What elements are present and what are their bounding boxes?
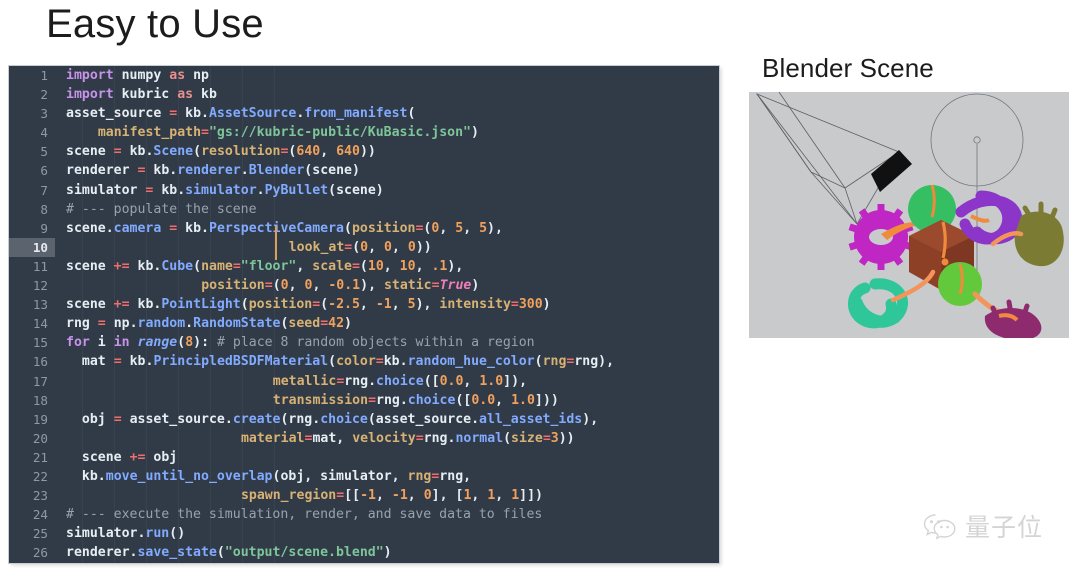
blender-scene-heading: Blender Scene <box>762 53 934 83</box>
code-line-text: import numpy as np <box>66 68 209 83</box>
code-line[interactable]: 16 mat = kb.PrincipledBSDFMaterial(color… <box>9 352 719 371</box>
watermark: 量子位 <box>923 508 1043 544</box>
code-line-text: simulator = kb.simulator.PyBullet(scene) <box>66 182 384 198</box>
code-line-text: manifest_path="gs://kubric-public/KuBasi… <box>97 125 479 141</box>
line-number: 18 <box>32 392 48 408</box>
code-line-text: position=(0, 0, -0.1), static=True) <box>201 278 480 294</box>
code-line-text: scene = kb.Scene(resolution=(640, 640)) <box>66 144 376 160</box>
code-scroll-area[interactable]: 1 import numpy as np 2 import kubric as kb 3… <box>9 66 719 563</box>
line-number: 7 <box>40 182 48 198</box>
line-number: 21 <box>32 449 48 465</box>
code-line[interactable]: 11 scene += kb.Cube(name="floor", scale=(… <box>9 257 719 276</box>
code-line[interactable]: 3 asset_source = kb.AssetSource.from_mani… <box>9 104 719 123</box>
code-line-text: simulator.run() <box>66 526 186 542</box>
watermark-text: 量子位 <box>965 513 1044 542</box>
line-number: 19 <box>32 411 48 427</box>
line-number: 26 <box>32 545 48 561</box>
code-line-text: scene += obj <box>81 449 178 465</box>
line-number: 20 <box>32 430 48 446</box>
code-line-text: scene.camera = kb.PerspectiveCamera(posi… <box>66 220 503 236</box>
line-number: 10 <box>9 237 55 257</box>
line-number: 24 <box>32 507 48 523</box>
line-number: 4 <box>40 125 48 141</box>
line-number: 14 <box>32 316 48 332</box>
code-line[interactable]: 12 position=(0, 0, -0.1), static=True) <box>9 276 719 295</box>
code-line[interactable]: 1 import numpy as np <box>9 66 719 85</box>
code-line[interactable]: 26 renderer.save_state("output/scene.blen… <box>9 543 719 562</box>
line-number: 9 <box>40 220 48 236</box>
line-number: 3 <box>40 106 48 122</box>
code-line[interactable]: 10 look_at=(0, 0, 0)) <box>9 237 719 257</box>
line-number: 17 <box>32 373 48 389</box>
code-line-text: for i in range(8): # place 8 random obje… <box>66 335 535 351</box>
code-line[interactable]: 19 obj = asset_source.create(rng.choice(… <box>9 410 719 429</box>
code-line-text: scene += kb.Cube(name="floor", scale=(10… <box>66 258 464 274</box>
code-line[interactable]: 24 # --- execute the simulation, render, … <box>9 505 719 524</box>
code-line[interactable]: 21 scene += obj <box>9 448 719 467</box>
page-title: Easy to Use <box>46 2 264 46</box>
line-number: 25 <box>32 526 48 542</box>
code-line-text: mat = kb.PrincipledBSDFMaterial(color=kb… <box>81 354 615 370</box>
code-line-text: transmission=rng.choice([0.0, 1.0])) <box>272 392 559 408</box>
code-line[interactable]: 7 simulator = kb.simulator.PyBullet(scene… <box>9 181 719 200</box>
text-cursor <box>275 225 277 260</box>
code-line-text: renderer = kb.renderer.Blender(scene) <box>66 163 360 179</box>
line-number: 15 <box>32 335 48 351</box>
code-line[interactable]: 13 scene += kb.PointLight(position=(-2.5,… <box>9 295 719 314</box>
code-line-text: import kubric as kb <box>66 87 217 103</box>
line-number: 11 <box>32 258 48 274</box>
code-line-list[interactable]: 1 import numpy as np 2 import kubric as kb 3… <box>9 66 719 562</box>
code-line[interactable]: 22 kb.move_until_no_overlap(obj, simulat… <box>9 467 719 486</box>
line-number: 2 <box>40 87 48 103</box>
wechat-icon <box>923 514 956 540</box>
code-line[interactable]: 6 renderer = kb.renderer.Blender(scene) <box>9 161 719 180</box>
code-line[interactable]: 4 manifest_path="gs://kubric-public/KuBa… <box>9 123 719 142</box>
code-line-text: rng = np.random.RandomState(seed=42) <box>66 316 352 332</box>
code-line-text: # --- execute the simulation, render, an… <box>66 507 543 523</box>
code-line-text: scene += kb.PointLight(position=(-2.5, -… <box>66 297 551 313</box>
code-editor-panel[interactable]: 1 import numpy as np 2 import kubric as kb 3… <box>9 66 719 563</box>
code-line[interactable]: 14 rng = np.random.RandomState(seed=42) <box>9 314 719 333</box>
code-line-text: # --- populate the scene <box>66 201 257 217</box>
code-line-text: kb.move_until_no_overlap(obj, simulator,… <box>81 468 472 484</box>
code-line-text: material=mat, velocity=rng.normal(size=3… <box>240 430 575 446</box>
line-number: 5 <box>40 144 48 160</box>
line-number: 8 <box>40 201 48 217</box>
code-line[interactable]: 25 simulator.run() <box>9 524 719 543</box>
line-number: 12 <box>32 278 48 294</box>
code-line[interactable]: 23 spawn_region=[[-1, -1, 0], [1, 1, 1]]… <box>9 486 719 505</box>
code-line[interactable]: 20 material=mat, velocity=rng.normal(siz… <box>9 429 719 448</box>
line-number: 23 <box>32 488 48 504</box>
line-number: 13 <box>32 297 48 313</box>
code-line[interactable]: 2 import kubric as kb <box>9 85 719 104</box>
code-line-text: renderer.save_state("output/scene.blend"… <box>66 545 392 561</box>
code-line-text: metallic=rng.choice([0.0, 1.0]), <box>272 373 528 389</box>
code-line[interactable]: 5 scene = kb.Scene(resolution=(640, 640)) <box>9 142 719 161</box>
code-line-text: obj = asset_source.create(rng.choice(ass… <box>81 411 599 427</box>
code-line[interactable]: 15 for i in range(8): # place 8 random ob… <box>9 333 719 352</box>
blender-viewport[interactable] <box>749 92 1069 338</box>
code-line-text: look_at=(0, 0, 0)) <box>288 239 432 255</box>
code-line[interactable]: 8 # --- populate the scene <box>9 200 719 219</box>
code-line[interactable]: 18 transmission=rng.choice([0.0, 1.0])) <box>9 391 719 410</box>
line-number: 16 <box>32 354 48 370</box>
line-number: 6 <box>40 163 48 179</box>
code-line[interactable]: 17 metallic=rng.choice([0.0, 1.0]), <box>9 372 719 391</box>
code-line-text: spawn_region=[[-1, -1, 0], [1, 1, 1]]) <box>240 488 543 504</box>
line-number: 1 <box>40 68 48 83</box>
code-line-text: asset_source = kb.AssetSource.from_manif… <box>66 106 416 122</box>
line-number: 22 <box>32 468 48 484</box>
code-line[interactable]: 9 scene.camera = kb.PerspectiveCamera(pos… <box>9 219 719 238</box>
